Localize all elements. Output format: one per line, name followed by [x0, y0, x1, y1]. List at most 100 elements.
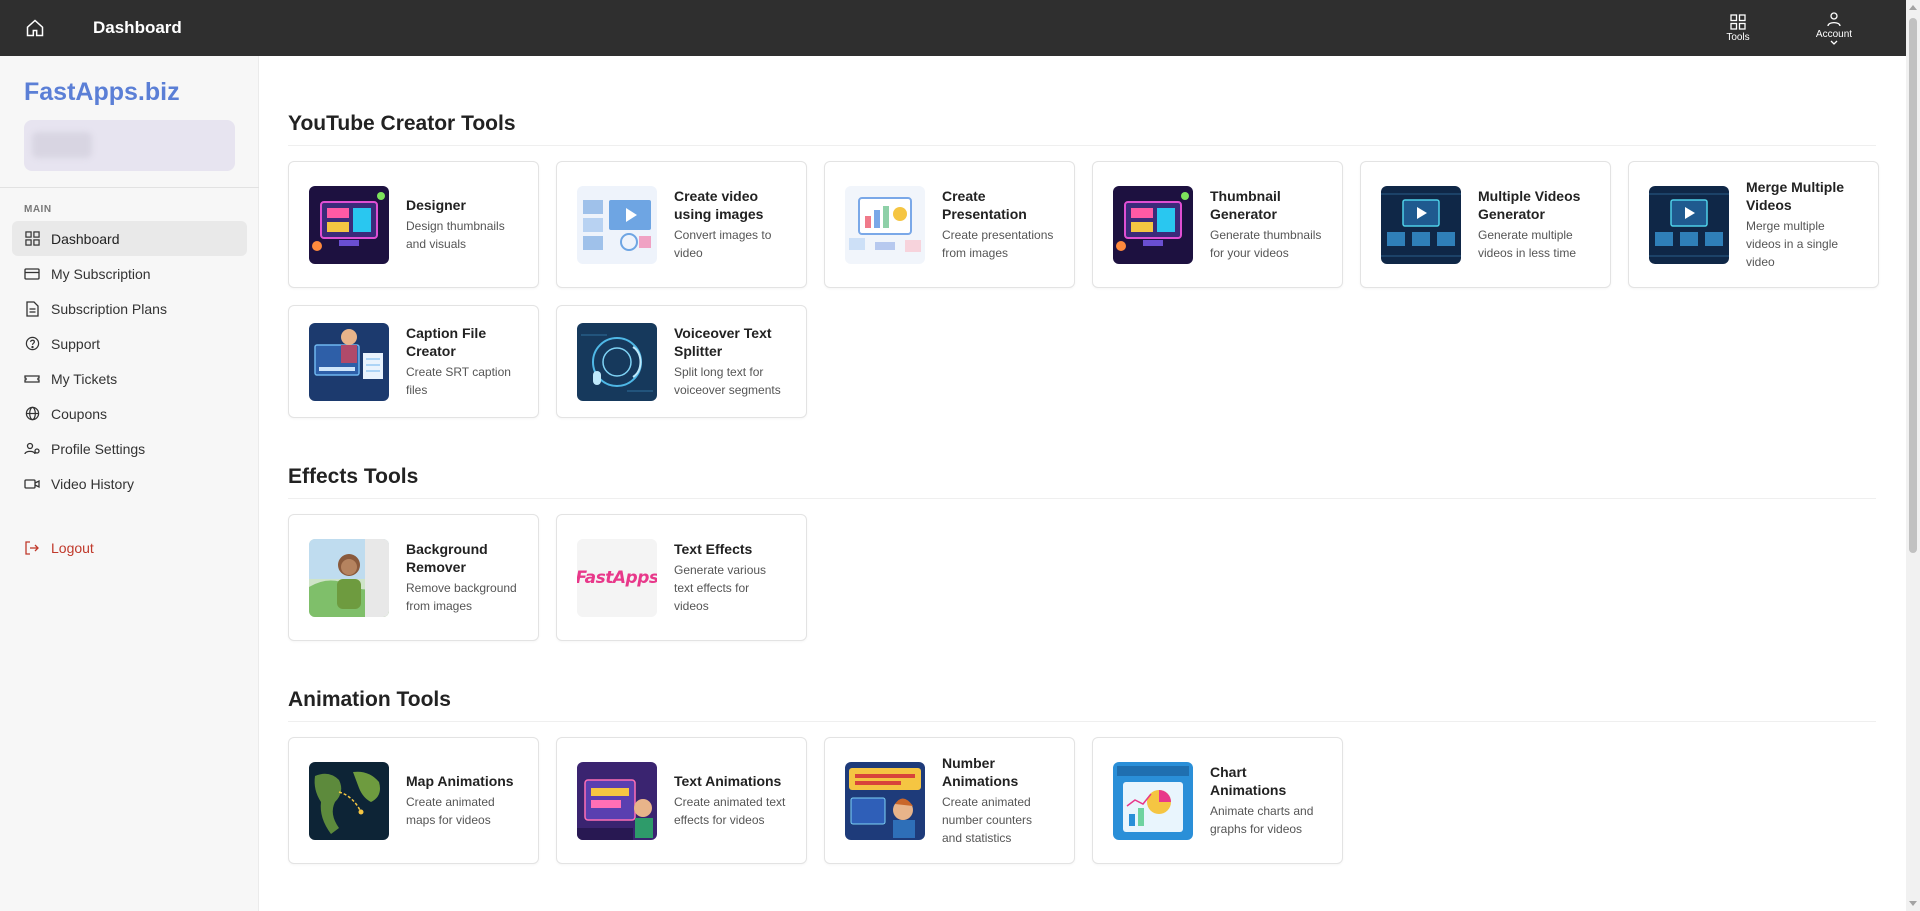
card-description: Remove background from images: [406, 581, 517, 613]
card-title: Map Animations: [406, 773, 514, 789]
avatar: [32, 132, 92, 158]
sidebar-item-label: Subscription Plans: [51, 300, 167, 317]
tool-card-voiceover-text-splitter[interactable]: Voiceover Text Splitter Split long text …: [556, 305, 807, 418]
sidebar-item-label: Profile Settings: [51, 440, 146, 457]
grid-icon: [24, 231, 40, 246]
voiceover-splitter-thumbnail: [577, 322, 657, 401]
chart-animations-thumbnail: [1113, 761, 1193, 840]
home-icon: [26, 19, 44, 37]
sidebar-item-my-subscription[interactable]: My Subscription: [12, 256, 247, 291]
section-title: Effects Tools: [288, 465, 419, 488]
text-effects-thumbnail: FastApps: [577, 538, 657, 617]
card-description: Generate multiple videos in less time: [1478, 228, 1577, 260]
tool-card-text-animations[interactable]: Text Animations Create animated text eff…: [556, 737, 807, 864]
card-title: Multiple Videos Generator: [1478, 188, 1581, 222]
card-description: Generate various text effects for videos: [674, 563, 767, 613]
brand-logo[interactable]: FastApps.biz: [24, 78, 180, 107]
animation-tools-section: Animation Tools Map Animations Create an…: [288, 688, 1876, 864]
card-title: Voiceover Text Splitter: [674, 325, 772, 359]
card-description: Create animated maps for videos: [406, 795, 495, 827]
background-remover-thumbnail: [309, 538, 389, 617]
card-title: Background Remover: [406, 541, 488, 575]
sidebar-item-support[interactable]: Support: [12, 326, 247, 361]
card-description: Create animated number counters and stat…: [942, 795, 1033, 845]
video-icon: [24, 478, 40, 489]
card-title: Text Animations: [674, 773, 782, 789]
youtube-tools-section: YouTube Creator Tools Designer Design th…: [288, 112, 1879, 418]
home-button[interactable]: [0, 0, 70, 56]
map-animations-thumbnail: [309, 761, 389, 840]
section-title: YouTube Creator Tools: [288, 112, 516, 135]
grid-icon: [1730, 13, 1746, 30]
account-label: Account: [1815, 28, 1853, 40]
card-title: Create video using images: [674, 188, 764, 222]
logout-label: Logout: [51, 539, 94, 556]
text-effects-thumbnail-text: FastApps: [577, 567, 657, 588]
tool-card-chart-animations[interactable]: Chart Animations Animate charts and grap…: [1092, 737, 1343, 864]
sidebar-item-subscription-plans[interactable]: Subscription Plans: [12, 291, 247, 326]
sidebar-item-dashboard[interactable]: Dashboard: [12, 221, 247, 256]
merge-videos-thumbnail: [1649, 185, 1729, 264]
tool-card-background-remover[interactable]: Background Remover Remove background fro…: [288, 514, 539, 641]
card-title: Thumbnail Generator: [1210, 188, 1281, 222]
tool-card-multiple-videos-generator[interactable]: Multiple Videos Generator Generate multi…: [1360, 161, 1611, 288]
tool-card-designer[interactable]: Designer Design thumbnails and visuals: [288, 161, 539, 288]
logout-button[interactable]: Logout: [12, 530, 247, 565]
user-cog-icon: [24, 442, 40, 454]
tool-card-caption-file-creator[interactable]: Caption File Creator Create SRT caption …: [288, 305, 539, 418]
card-description: Merge multiple videos in a single video: [1746, 219, 1839, 269]
sidebar-item-coupons[interactable]: Coupons: [12, 396, 247, 431]
page-title: Dashboard: [93, 18, 182, 37]
card-description: Split long text for voiceover segments: [674, 365, 781, 397]
chevron-down-icon: [1830, 40, 1838, 45]
logout-icon: [25, 540, 39, 555]
tool-card-merge-multiple-videos[interactable]: Merge Multiple Videos Merge multiple vid…: [1628, 161, 1879, 288]
card-description: Create animated text effects for videos: [674, 795, 786, 827]
tools-label: Tools: [1726, 31, 1750, 43]
tool-card-text-effects[interactable]: FastApps Text Effects Generate various t…: [556, 514, 807, 641]
multiple-videos-thumbnail: [1381, 185, 1461, 264]
card-description: Generate thumbnails for your videos: [1210, 228, 1322, 260]
sidebar-item-video-history[interactable]: Video History: [12, 466, 247, 501]
main-content: YouTube Creator Tools Designer Design th…: [288, 56, 1879, 864]
user-icon: [1827, 11, 1841, 26]
thumbnail-generator-thumbnail: [1113, 185, 1193, 264]
account-button[interactable]: Account: [1786, 0, 1882, 56]
sidebar-section-label: MAIN: [24, 204, 52, 215]
card-description: Animate charts and graphs for videos: [1210, 804, 1314, 836]
sidebar-item-profile-settings[interactable]: Profile Settings: [12, 431, 247, 466]
ticket-icon: [24, 374, 40, 383]
text-animations-thumbnail: [577, 761, 657, 840]
credit-card-icon: [24, 267, 40, 280]
tool-card-create-presentation[interactable]: Create Presentation Create presentations…: [824, 161, 1075, 288]
help-circle-icon: [25, 336, 39, 351]
tool-card-thumbnail-generator[interactable]: Thumbnail Generator Generate thumbnails …: [1092, 161, 1343, 288]
scrollbar-thumb[interactable]: [1909, 18, 1917, 553]
tool-card-number-animations[interactable]: Number Animations Create animated number…: [824, 737, 1075, 864]
number-animations-thumbnail: [845, 761, 925, 840]
sidebar-item-label: Coupons: [51, 405, 108, 422]
sidebar-item-label: My Tickets: [51, 370, 118, 387]
scroll-up-arrow[interactable]: [1909, 5, 1917, 10]
sidebar: FastApps.biz MAIN Dashboard My Subscript…: [0, 56, 259, 911]
scroll-down-arrow[interactable]: [1909, 901, 1917, 906]
card-description: Design thumbnails and visuals: [406, 219, 505, 251]
sidebar-item-label: Support: [51, 335, 101, 352]
sidebar-item-label: Video History: [51, 475, 135, 492]
page-scrollbar[interactable]: [1906, 0, 1920, 911]
card-description: Create SRT caption files: [406, 365, 511, 397]
tool-card-create-video-using-images[interactable]: Create video using images Convert images…: [556, 161, 807, 288]
tool-card-map-animations[interactable]: Map Animations Create animated maps for …: [288, 737, 539, 864]
card-description: Convert images to video: [674, 228, 772, 260]
sidebar-item-label: Dashboard: [51, 230, 120, 247]
tools-button[interactable]: Tools: [1690, 0, 1786, 56]
create-video-thumbnail: [577, 185, 657, 264]
sidebar-item-my-tickets[interactable]: My Tickets: [12, 361, 247, 396]
card-title: Merge Multiple Videos: [1746, 179, 1845, 213]
card-description: Create presentations from images: [942, 228, 1054, 260]
create-presentation-thumbnail: [845, 185, 925, 264]
section-divider: [288, 721, 1876, 722]
card-title: Chart Animations: [1210, 764, 1287, 798]
section-divider: [288, 498, 1876, 499]
caption-creator-thumbnail: [309, 322, 389, 401]
